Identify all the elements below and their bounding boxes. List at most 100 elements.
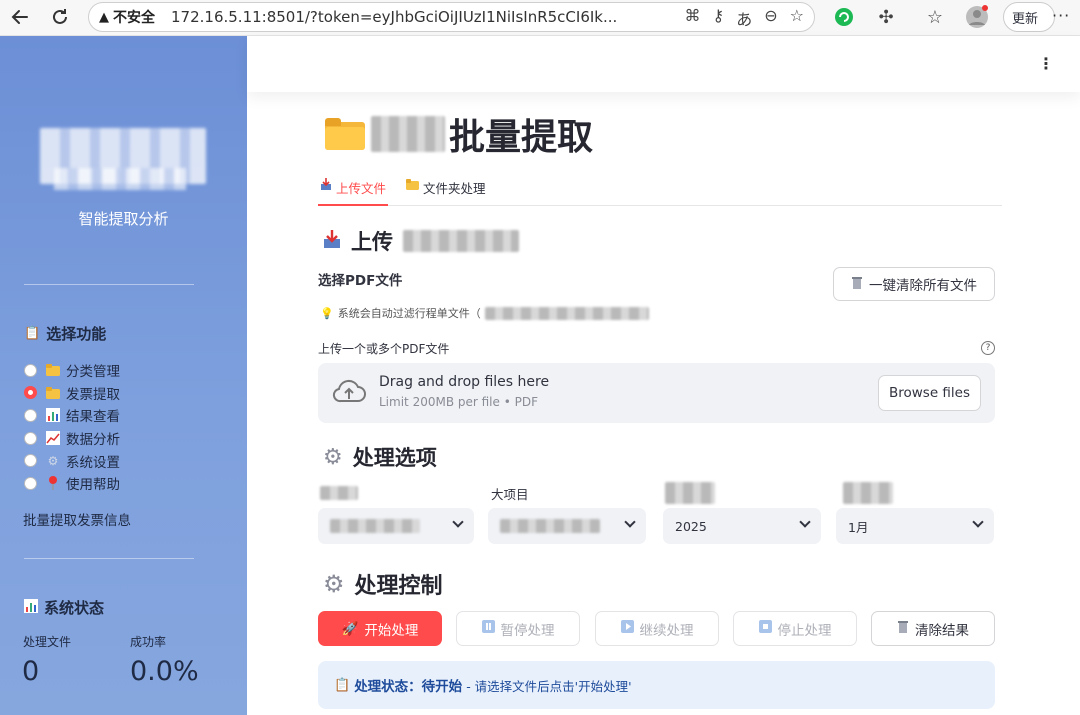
browser-toolbar: ▲ 不安全 172.16.5.11:8501/?token=eyJhbGciOi… bbox=[0, 0, 1080, 36]
status-section-title: 系统状态 bbox=[24, 597, 104, 618]
lightbulb-icon: 💡 bbox=[320, 306, 334, 320]
stop-processing-button[interactable]: 停止处理 bbox=[733, 611, 857, 646]
chevron-down-icon bbox=[452, 516, 464, 528]
sidebar-divider bbox=[24, 558, 194, 559]
status-message: - 请选择文件后点击'开始处理' bbox=[466, 678, 632, 694]
clipboard-icon: 📋 bbox=[334, 677, 351, 693]
function-radio-group: 分类管理 发票提取 结果查看 数据分析 ⚙ 系统设置 使用帮助 bbox=[24, 359, 120, 495]
blurred-title-text bbox=[371, 116, 445, 152]
metric-value-success: 0.0% bbox=[130, 656, 199, 687]
file-limit-text: Limit 200MB per file • PDF bbox=[379, 395, 538, 409]
extensions-puzzle-icon[interactable]: ✣ bbox=[872, 3, 900, 31]
start-processing-button[interactable]: 🚀 开始处理 bbox=[318, 611, 442, 646]
line-chart-icon bbox=[46, 431, 60, 446]
back-arrow-icon[interactable] bbox=[4, 2, 36, 32]
metric-label-success: 成功率 bbox=[130, 635, 167, 649]
radio-button[interactable] bbox=[24, 431, 37, 445]
folder-icon bbox=[46, 363, 60, 377]
chevron-down-icon bbox=[972, 516, 984, 528]
radio-button[interactable] bbox=[24, 476, 37, 490]
drag-drop-text: Drag and drop files here bbox=[379, 374, 550, 390]
function-section-title: 📋 选择功能 bbox=[24, 325, 107, 343]
trash-icon bbox=[897, 620, 909, 637]
sidebar-item-results[interactable]: 结果查看 bbox=[24, 404, 120, 427]
address-bar[interactable]: ▲ 不安全 172.16.5.11:8501/?token=eyJhbGciOi… bbox=[88, 2, 815, 32]
tab-folder[interactable]: 文件夹处理 bbox=[404, 174, 488, 206]
profile-avatar[interactable] bbox=[963, 3, 991, 31]
uploader-label: 上传一个或多个PDF文件 bbox=[318, 342, 450, 356]
pin-icon bbox=[46, 476, 60, 491]
folder-icon bbox=[325, 118, 365, 150]
blurred-heading-text bbox=[403, 230, 519, 252]
gear-icon: ⚙ bbox=[323, 444, 343, 470]
bar-chart-icon bbox=[46, 408, 60, 423]
insecure-label: 不安全 bbox=[113, 10, 155, 26]
update-button[interactable]: 更新 bbox=[1003, 2, 1055, 32]
resume-processing-button[interactable]: 继续处理 bbox=[595, 611, 719, 646]
blurred-field-label bbox=[320, 486, 358, 500]
pause-icon bbox=[481, 620, 495, 637]
blurred-field-label bbox=[843, 482, 893, 504]
blurred-logo-line bbox=[54, 168, 186, 190]
reload-icon[interactable] bbox=[44, 2, 76, 32]
app-menu-icon[interactable]: ⋮ bbox=[1038, 54, 1054, 73]
key-icon[interactable]: ⚷ bbox=[713, 6, 725, 30]
clear-results-button[interactable]: 清除结果 bbox=[871, 611, 995, 646]
chevron-down-icon bbox=[799, 516, 811, 528]
extension-green-icon[interactable] bbox=[830, 3, 858, 31]
sidebar-note: 批量提取发票信息 bbox=[23, 513, 131, 529]
translate-icon[interactable]: あ bbox=[736, 6, 752, 30]
help-circle-icon[interactable]: ? bbox=[981, 341, 995, 355]
inbox-icon bbox=[323, 229, 341, 253]
page-title: 批量提取 bbox=[325, 108, 593, 160]
sidebar-divider bbox=[24, 284, 194, 285]
blurred-select-value bbox=[330, 519, 420, 533]
options-heading: ⚙ 处理选项 bbox=[323, 444, 437, 471]
blurred-hint-text bbox=[484, 306, 649, 320]
sidebar-item-category[interactable]: 分类管理 bbox=[24, 359, 120, 382]
browse-files-button[interactable]: Browse files bbox=[878, 375, 981, 411]
radio-button-selected[interactable] bbox=[24, 386, 37, 400]
select-pdf-label: 选择PDF文件 bbox=[318, 273, 403, 289]
favorites-icon[interactable]: ☆ bbox=[921, 3, 949, 31]
trash-icon bbox=[851, 276, 863, 293]
zoom-out-icon[interactable]: ⊖ bbox=[764, 6, 777, 30]
category-select[interactable] bbox=[318, 508, 474, 544]
tab-upload[interactable]: 上传文件 bbox=[318, 174, 389, 206]
year-select[interactable]: 2025 bbox=[663, 508, 821, 544]
copilot-icon[interactable]: ⌘ bbox=[685, 6, 701, 30]
status-title: 处理状态：待开始 bbox=[354, 679, 463, 695]
clear-all-files-button[interactable]: 一键清除所有文件 bbox=[833, 267, 995, 301]
gear-icon: ⚙ bbox=[47, 453, 59, 468]
url-text: 172.16.5.11:8501/?token=eyJhbGciOiJIUzI1… bbox=[171, 8, 618, 26]
inbox-icon bbox=[320, 178, 332, 193]
main-content: ⋮ 批量提取 上传文件 文件夹处理 上传 选择PDF文件 一键清除所有文件 💡 … bbox=[247, 36, 1080, 715]
metric-label-files: 处理文件 bbox=[23, 635, 72, 649]
processing-status-box: 📋 处理状态：待开始 - 请选择文件后点击'开始处理' bbox=[318, 661, 995, 709]
control-heading: ⚙ 处理控制 bbox=[323, 570, 443, 599]
pause-processing-button[interactable]: 暂停处理 bbox=[456, 611, 580, 646]
clipboard-icon: 📋 bbox=[24, 326, 41, 341]
sidebar: 智能提取分析 📋 选择功能 分类管理 发票提取 结果查看 数据分析 ⚙ 系统设置… bbox=[0, 36, 247, 715]
big-project-select[interactable] bbox=[488, 508, 646, 544]
chevron-down-icon bbox=[624, 516, 636, 528]
radio-button[interactable] bbox=[24, 363, 37, 377]
folder-icon bbox=[406, 178, 420, 193]
bar-chart-icon bbox=[24, 598, 38, 617]
folder-icon bbox=[46, 386, 60, 400]
radio-button[interactable] bbox=[24, 454, 37, 468]
stop-icon bbox=[758, 620, 772, 637]
upload-heading: 上传 bbox=[323, 226, 519, 256]
sidebar-item-analysis[interactable]: 数据分析 bbox=[24, 427, 120, 450]
sidebar-item-settings[interactable]: ⚙ 系统设置 bbox=[24, 449, 120, 472]
app-subtitle: 智能提取分析 bbox=[78, 210, 169, 228]
blurred-field-label bbox=[665, 482, 715, 504]
radio-button[interactable] bbox=[24, 408, 37, 422]
warning-icon: ▲ bbox=[99, 9, 109, 25]
sidebar-item-help[interactable]: 使用帮助 bbox=[24, 472, 120, 495]
sidebar-item-invoice[interactable]: 发票提取 bbox=[24, 382, 120, 405]
file-dropzone[interactable]: Drag and drop files here Limit 200MB per… bbox=[318, 363, 995, 423]
month-select[interactable]: 1月 bbox=[836, 508, 994, 544]
browser-menu-icon[interactable]: ··· bbox=[1052, 6, 1070, 25]
favorite-star-icon[interactable]: ☆ bbox=[790, 6, 804, 30]
